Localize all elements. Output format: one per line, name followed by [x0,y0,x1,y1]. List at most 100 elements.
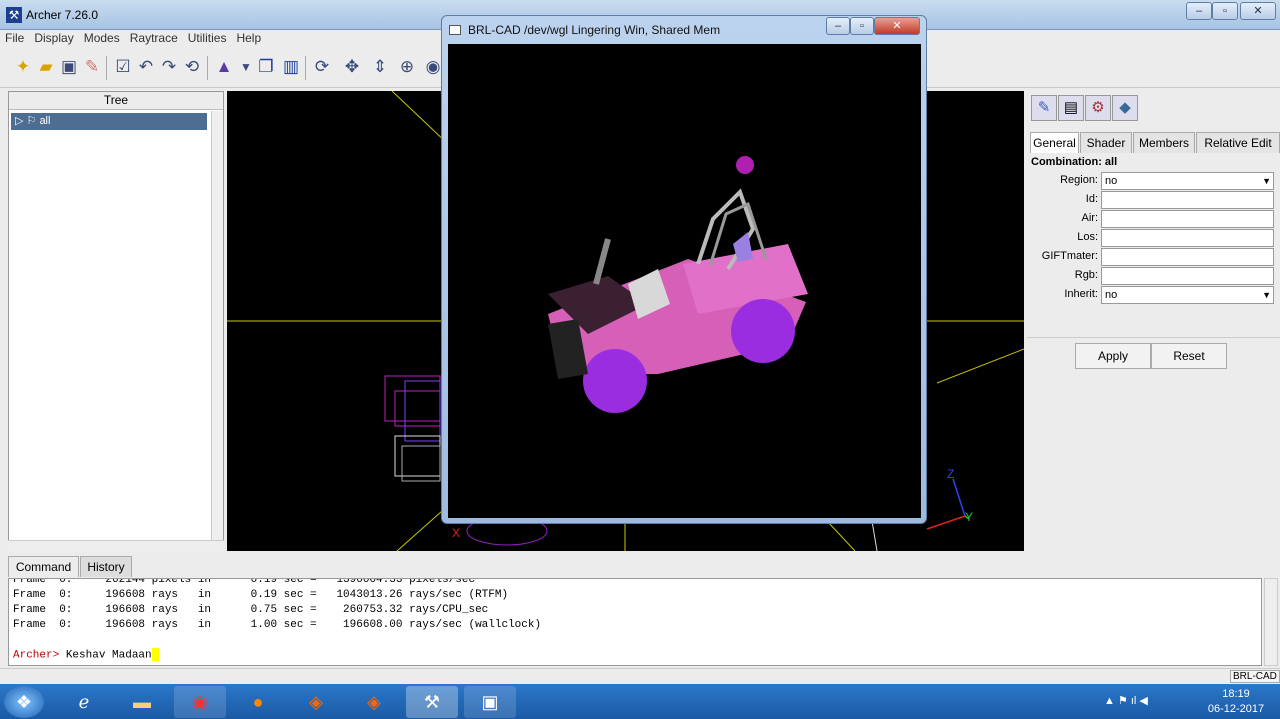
maximize-button[interactable]: ▫ [1212,2,1238,20]
console-line: Frame 0: 196608 rays in 1.00 sec = 19660… [13,619,542,631]
command-tabs: Command History [8,556,308,577]
checkbox-icon[interactable]: ☑ [112,56,134,78]
app-orange2-icon[interactable]: ◈ [348,686,400,718]
rgb-field[interactable] [1101,267,1274,285]
archer-task-icon[interactable]: ⚒ [406,686,458,718]
rgb-row: Rgb: [1027,267,1280,285]
console-line: Frame 0: 196608 rays in 0.75 sec = 26075… [13,604,489,616]
chevron-down-icon: ▼ [1262,290,1271,300]
folder-icon[interactable]: ▬ [116,686,168,718]
tab-relative-edit[interactable]: Relative Edit [1196,132,1280,153]
status-bar: BRL-CAD [0,668,1280,684]
move-icon[interactable]: ✥ [341,56,363,78]
console-line: Frame 0: 196608 rays in 0.19 sec = 10430… [13,589,509,601]
chrome-icon[interactable]: ◉ [174,686,226,718]
tab-general[interactable]: General [1030,132,1079,153]
redo-icon[interactable]: ↷ [158,56,180,78]
new-icon[interactable]: ✦ [12,56,34,78]
air-row: Air: [1027,210,1280,228]
save-icon[interactable]: ▣ [58,56,80,78]
tree-scrollbar[interactable] [211,111,223,551]
apply-button[interactable]: Apply [1075,343,1151,369]
giftmater-field[interactable] [1101,248,1274,266]
dropdown-icon[interactable]: ▼ [235,56,257,78]
id-field[interactable] [1101,191,1274,209]
start-button[interactable]: ❖ [4,686,44,718]
axis-y-label: Y [965,510,973,524]
tab-members[interactable]: Members [1133,132,1195,153]
clock-time: 18:19 [1222,688,1250,700]
tray-icons[interactable]: ▲ ⚑ ıl ◀ [1104,694,1148,707]
menu-raytrace[interactable]: Raytrace [125,30,183,47]
gear-icon[interactable]: ⚙ [1085,95,1111,121]
fb-maximize-button[interactable]: ▫ [850,17,874,35]
crosshair-icon[interactable]: ⊕ [396,56,418,78]
tree-item-all[interactable]: ▷ ⚐ all [11,113,207,130]
los-label: Los: [1077,231,1098,243]
command-input[interactable]: Keshav Madaan [66,649,152,661]
tree-header: Tree [9,92,223,110]
properties-panel: ✎ ▤ ⚙ ◆ General Shader Members Relative … [1027,91,1280,551]
tree-item-label: all [39,115,51,127]
text-icon[interactable]: ▤ [1058,95,1084,121]
app-icon: ⚒ [6,7,22,23]
raytrace-window[interactable]: BRL-CAD /dev/wgl Lingering Win, Shared M… [441,15,927,524]
air-field[interactable] [1101,210,1274,228]
layout-icon[interactable]: ▥ [280,56,302,78]
los-field[interactable] [1101,229,1274,247]
tree-panel: Tree ▷ ⚐ all [8,91,224,551]
window-icon[interactable]: ❐ [255,56,277,78]
taskbar: ❖ ℯ ▬ ◉ ● ◈ ◈ ⚒ ▣ ▲ ⚑ ıl ◀ 18:19 06-12-2… [0,684,1280,719]
tab-history[interactable]: History [80,556,132,577]
close-button[interactable]: ✕ [1240,2,1276,20]
region-select[interactable]: no ▼ [1101,172,1274,190]
axis-x-label: X [452,526,460,540]
wizard-icon[interactable]: ▲ [213,56,235,78]
region-label: Region: [1060,174,1098,186]
fb-minimize-button[interactable]: – [826,17,850,35]
window-title: Archer 7.26.0 [26,8,99,22]
edit-icon[interactable]: ✎ [1031,95,1057,121]
jeep-render [548,156,808,413]
clock[interactable]: 18:19 06-12-2017 [1200,687,1272,717]
text-cursor [151,648,159,661]
tab-shader[interactable]: Shader [1080,132,1132,153]
command-prompt: Archer> [13,649,66,662]
status-label: BRL-CAD [1230,670,1280,683]
menu-utilities[interactable]: Utilities [183,30,232,47]
fb-close-button[interactable]: ✕ [874,17,920,35]
menu-file[interactable]: File [0,30,29,47]
raytrace-window-title: BRL-CAD /dev/wgl Lingering Win, Shared M… [468,23,721,37]
command-console[interactable]: Frame 0: 262144 pixels in 0.19 sec = 139… [8,578,1262,666]
property-tabs: General Shader Members Relative Edit [1030,132,1280,153]
chevron-down-icon: ▼ [1262,176,1271,186]
air-label: Air: [1081,212,1099,224]
axis-z-label: Z [947,467,954,481]
scale-icon[interactable]: ⇕ [369,56,391,78]
undo-icon[interactable]: ↶ [135,56,157,78]
menu-help[interactable]: Help [231,30,266,47]
minimize-button[interactable]: – [1186,2,1212,20]
id-row: Id: [1027,191,1280,209]
command-input-line[interactable]: Archer> Keshav Madaan [13,648,1261,663]
layers-icon[interactable]: ◆ [1112,95,1138,121]
inherit-select[interactable]: no ▼ [1101,286,1274,304]
console-line: Frame 0: 262144 pixels in 0.19 sec = 139… [13,578,476,586]
firefox-icon[interactable]: ● [232,686,284,718]
shuffle-icon[interactable]: ⟲ [181,56,203,78]
window-task-icon[interactable]: ▣ [464,686,516,718]
clock-date: 06-12-2017 [1207,703,1265,715]
menu-modes[interactable]: Modes [79,30,125,47]
tree-hscrollbar[interactable] [8,540,224,551]
combination-label: Combination: all [1031,156,1118,168]
app-orange-icon[interactable]: ◈ [290,686,342,718]
reset-button[interactable]: Reset [1151,343,1227,369]
tab-command[interactable]: Command [8,556,79,577]
open-icon[interactable]: ▰ [35,56,57,78]
wrench-icon[interactable]: ✎ [81,56,103,78]
console-scrollbar[interactable] [1264,578,1278,666]
rgb-label: Rgb: [1074,269,1098,281]
ie-icon[interactable]: ℯ [58,686,110,718]
rotate-icon[interactable]: ⟳ [311,56,333,78]
menu-display[interactable]: Display [29,30,78,47]
